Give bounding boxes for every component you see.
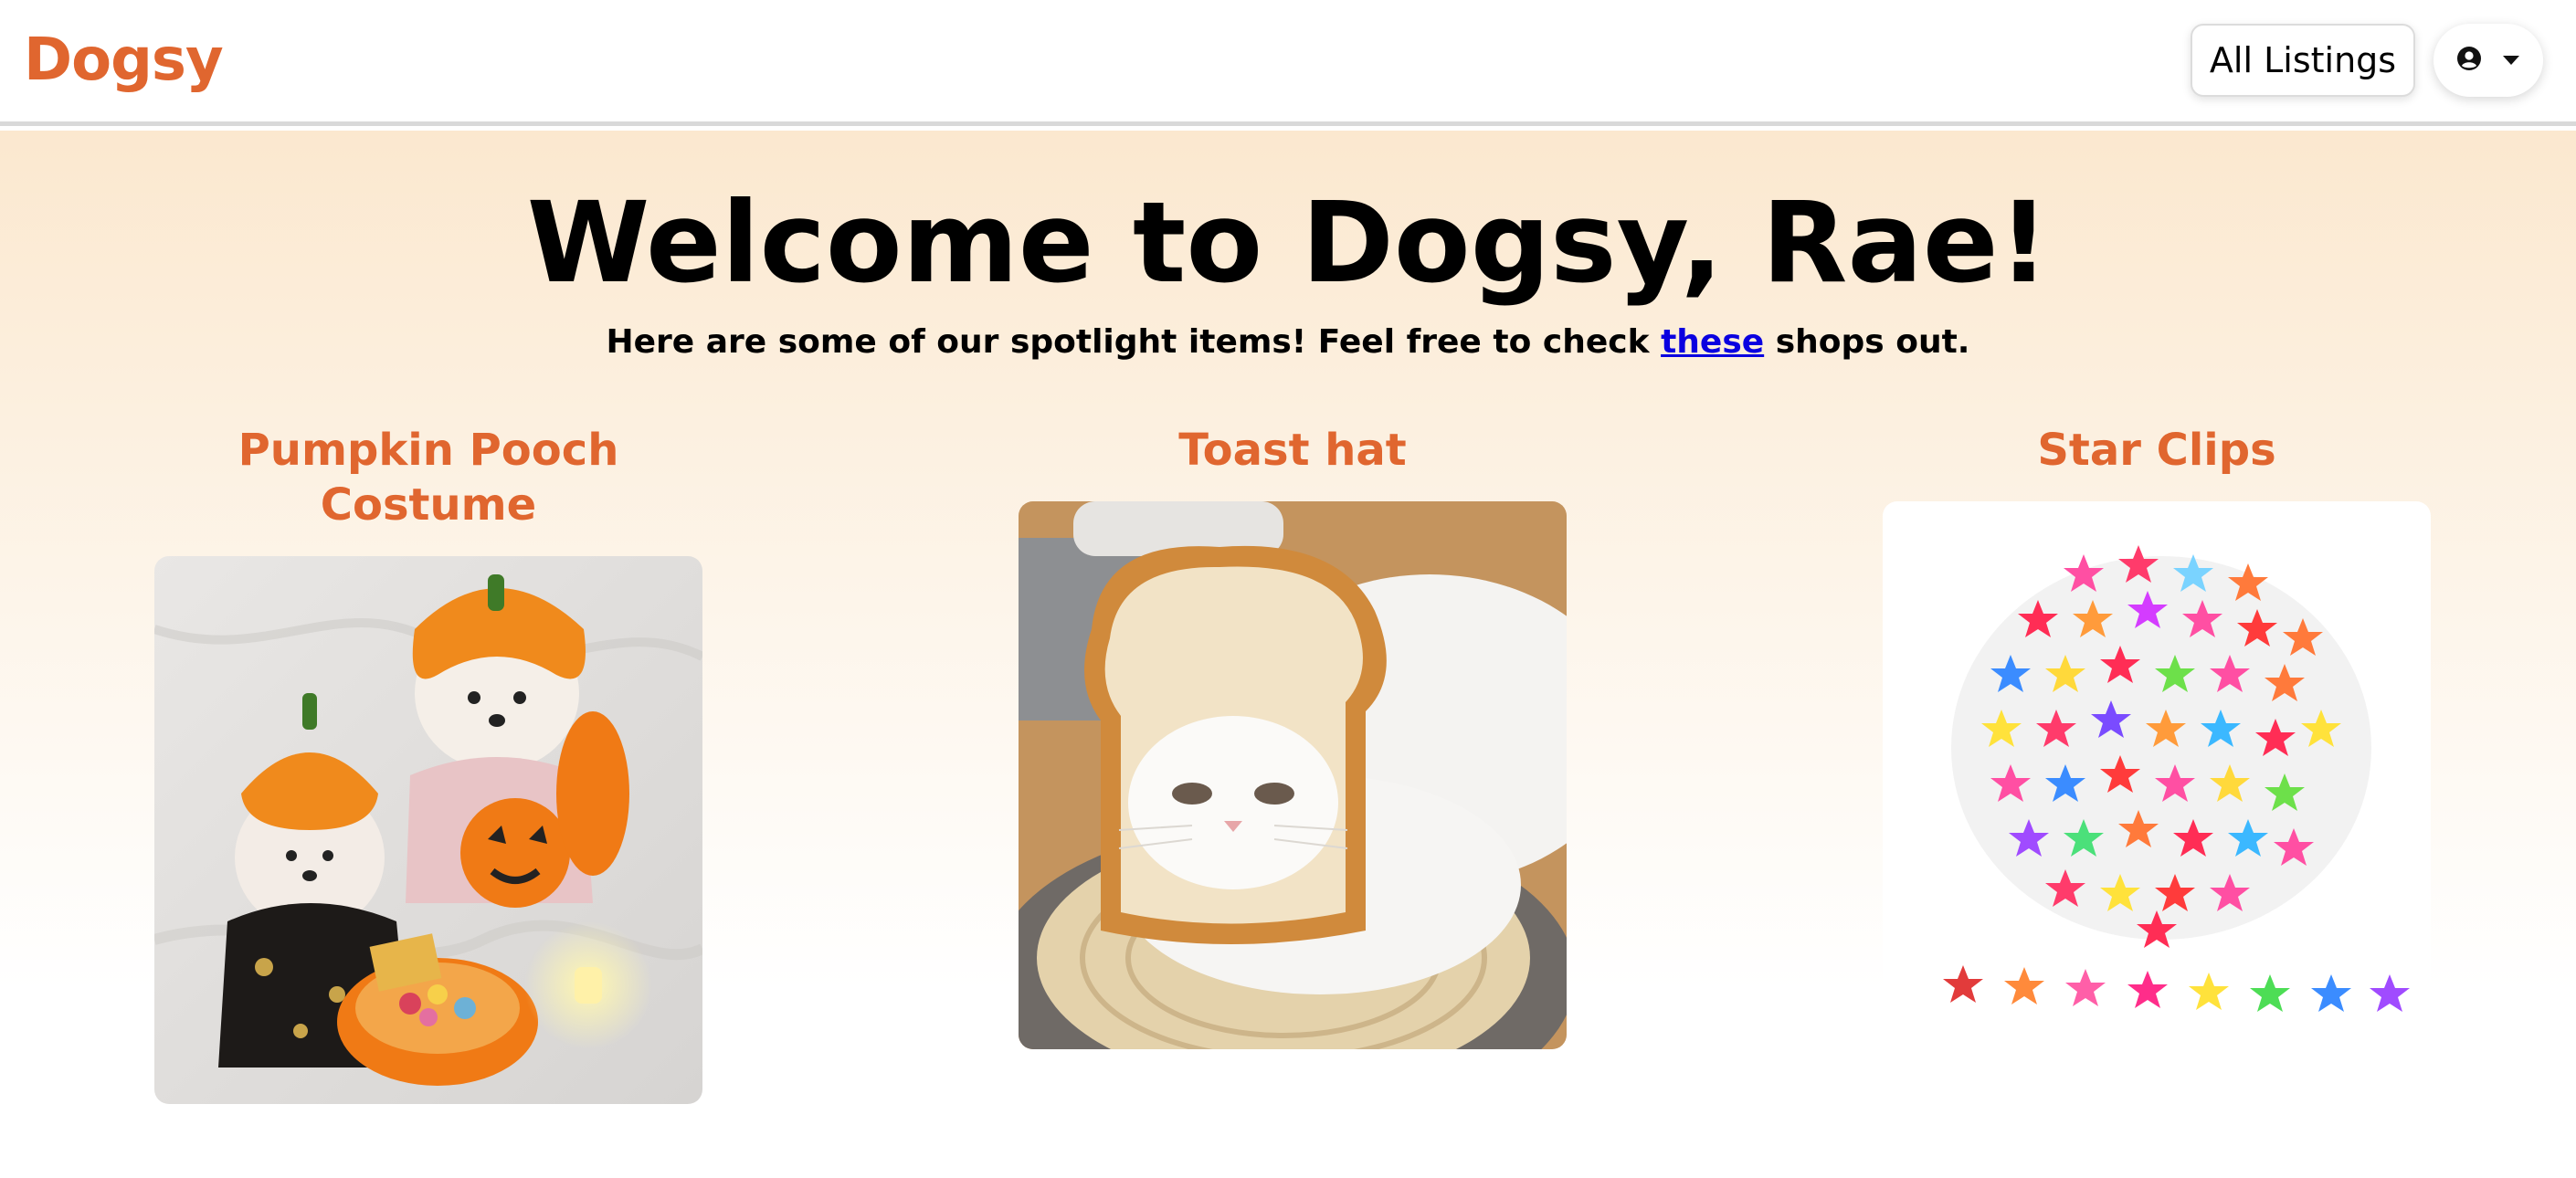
toast-hat-image[interactable] [1019,501,1567,1049]
pumpkin-costume-image[interactable] [154,556,702,1104]
brand-logo[interactable]: Dogsy [24,26,224,95]
navbar: Dogsy All Listings [0,0,2576,126]
card-title[interactable]: Star Clips [1883,423,2431,478]
subtitle-text-after: shops out. [1764,323,1970,361]
spotlight-card-star-clips[interactable]: Star Clips [1883,423,2431,1049]
spotlight-card-pumpkin[interactable]: Pumpkin Pooch Costume [154,423,702,1104]
spotlight-card-toast[interactable]: Toast hat [1019,423,1567,1049]
caret-down-icon [2502,52,2520,69]
card-title[interactable]: Toast hat [1019,423,1567,478]
profile-menu-button[interactable] [2433,24,2543,97]
user-circle-icon [2456,46,2482,75]
hero-section: Welcome to Dogsy, Rae! Here are some of … [0,131,2576,1178]
welcome-heading: Welcome to Dogsy, Rae! [526,178,2050,308]
spotlight-subtitle: Here are some of our spotlight items! Fe… [0,321,2576,364]
all-listings-button[interactable]: All Listings [2191,24,2415,97]
shops-link[interactable]: these [1661,323,1764,361]
subtitle-text-before: Here are some of our spotlight items! Fe… [606,323,1662,361]
star-clips-image[interactable] [1883,501,2431,1049]
card-title[interactable]: Pumpkin Pooch Costume [154,423,702,532]
